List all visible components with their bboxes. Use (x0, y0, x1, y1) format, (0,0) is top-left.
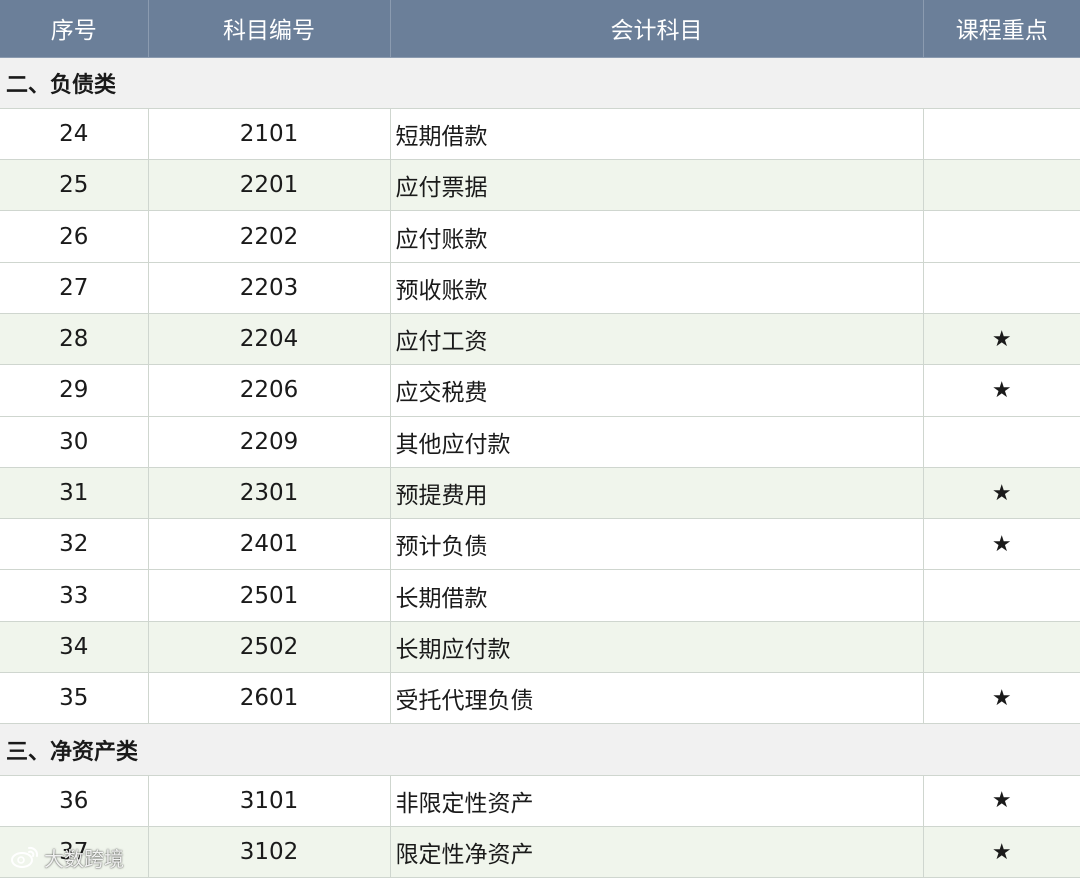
cell-index: 36 (0, 774, 149, 827)
cell-name: 应付工资 (389, 312, 924, 366)
cell-name: 应付票据 (389, 159, 924, 212)
cell-code: 2601 (147, 672, 391, 725)
section-row-net-assets: 三、净资产类 (0, 723, 1080, 776)
key-star-icon: ★ (922, 312, 1080, 366)
cell-index: 29 (0, 364, 149, 417)
table-row: 30 2209 其他应付款 (0, 415, 1080, 468)
header-key: 课程重点 (922, 0, 1080, 58)
accounts-table: 序号 科目编号 会计科目 课程重点 二、负债类 24 2101 短期借款 25 … (0, 0, 1080, 878)
key-star-icon: ★ (922, 466, 1080, 520)
cell-index: 28 (0, 312, 149, 366)
table-row: 37 3102 限定性净资产 ★ (0, 825, 1080, 878)
table-row: 32 2401 预计负债 ★ (0, 518, 1080, 571)
cell-code: 2202 (147, 210, 391, 263)
cell-name: 受托代理负债 (389, 672, 924, 725)
section-title: 二、负债类 (0, 56, 1080, 109)
header-row: 序号 科目编号 会计科目 课程重点 (0, 0, 1080, 58)
cell-index: 32 (0, 518, 149, 571)
cell-name: 应交税费 (389, 364, 924, 417)
cell-index: 35 (0, 672, 149, 725)
cell-key (922, 569, 1080, 622)
cell-index: 37 (0, 825, 149, 878)
cell-name: 长期应付款 (389, 620, 924, 674)
cell-index: 27 (0, 261, 149, 314)
cell-name: 预提费用 (389, 466, 924, 520)
header-code: 科目编号 (147, 0, 391, 58)
cell-name: 短期借款 (389, 107, 924, 161)
table-row: 28 2204 应付工资 ★ (0, 312, 1080, 366)
cell-code: 2206 (147, 364, 391, 417)
table-row: 29 2206 应交税费 ★ (0, 364, 1080, 417)
cell-code: 2401 (147, 518, 391, 571)
key-star-icon: ★ (922, 774, 1080, 827)
key-star-icon: ★ (922, 364, 1080, 417)
cell-code: 2204 (147, 312, 391, 366)
table-row: 24 2101 短期借款 (0, 107, 1080, 161)
cell-index: 34 (0, 620, 149, 674)
cell-code: 2101 (147, 107, 391, 161)
cell-code: 2301 (147, 466, 391, 520)
header-index: 序号 (0, 0, 149, 58)
table-row: 31 2301 预提费用 ★ (0, 466, 1080, 520)
cell-code: 3101 (147, 774, 391, 827)
cell-index: 33 (0, 569, 149, 622)
table-body: 二、负债类 24 2101 短期借款 25 2201 应付票据 26 2202 … (0, 56, 1080, 878)
cell-key (922, 620, 1080, 674)
cell-name: 长期借款 (389, 569, 924, 622)
cell-code: 2203 (147, 261, 391, 314)
cell-name: 非限定性资产 (389, 774, 924, 827)
key-star-icon: ★ (922, 672, 1080, 725)
table-row: 33 2501 长期借款 (0, 569, 1080, 622)
table-row: 25 2201 应付票据 (0, 159, 1080, 212)
cell-name: 应付账款 (389, 210, 924, 263)
table-row: 36 3101 非限定性资产 ★ (0, 774, 1080, 827)
key-star-icon: ★ (922, 825, 1080, 878)
section-title: 三、净资产类 (0, 723, 1080, 776)
cell-name: 预收账款 (389, 261, 924, 314)
cell-index: 24 (0, 107, 149, 161)
section-row-liabilities: 二、负债类 (0, 56, 1080, 109)
table-row: 27 2203 预收账款 (0, 261, 1080, 314)
cell-key (922, 107, 1080, 161)
cell-key (922, 159, 1080, 212)
cell-index: 31 (0, 466, 149, 520)
cell-name: 其他应付款 (389, 415, 924, 468)
cell-key (922, 210, 1080, 263)
table-header: 序号 科目编号 会计科目 课程重点 (0, 0, 1080, 58)
cell-name: 限定性净资产 (389, 825, 924, 878)
cell-index: 26 (0, 210, 149, 263)
cell-code: 2501 (147, 569, 391, 622)
header-name: 会计科目 (389, 0, 924, 58)
cell-index: 30 (0, 415, 149, 468)
cell-index: 25 (0, 159, 149, 212)
cell-code: 2209 (147, 415, 391, 468)
cell-code: 3102 (147, 825, 391, 878)
cell-key (922, 261, 1080, 314)
table-row: 26 2202 应付账款 (0, 210, 1080, 263)
table-row: 34 2502 长期应付款 (0, 620, 1080, 674)
table-row: 35 2601 受托代理负债 ★ (0, 672, 1080, 725)
cell-code: 2502 (147, 620, 391, 674)
cell-name: 预计负债 (389, 518, 924, 571)
cell-code: 2201 (147, 159, 391, 212)
cell-key (922, 415, 1080, 468)
key-star-icon: ★ (922, 518, 1080, 571)
